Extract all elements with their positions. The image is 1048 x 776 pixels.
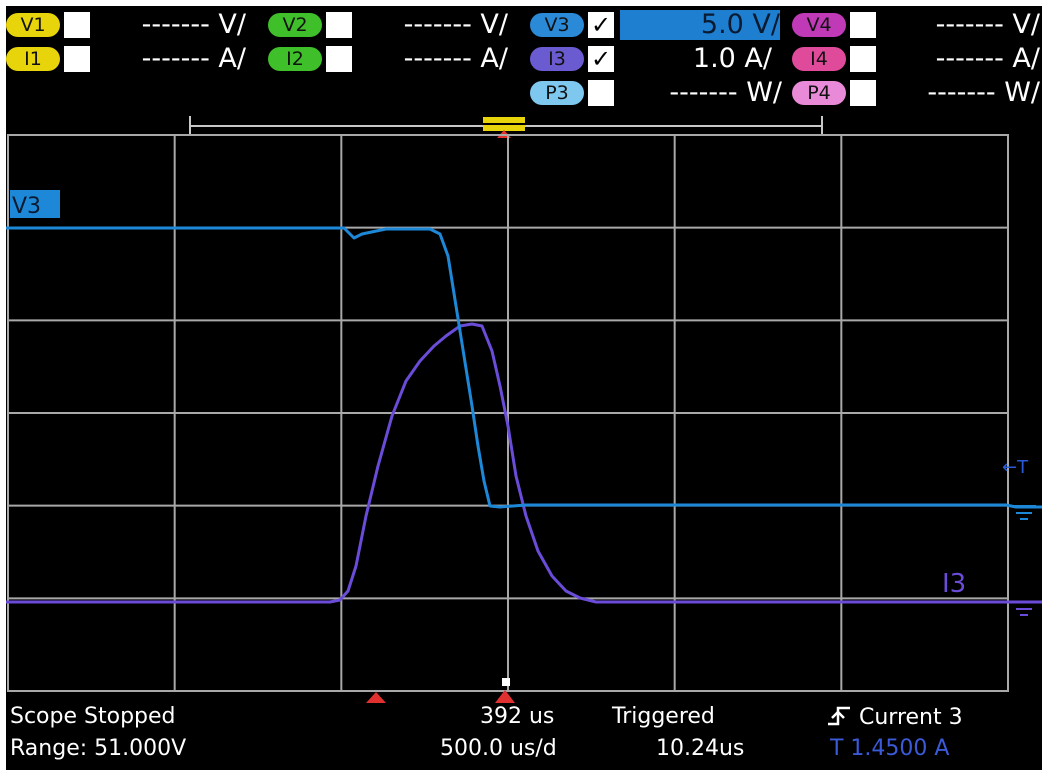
trigger-level-readout: T 1.4500 A [830,736,950,761]
v3-trace-label[interactable]: V3 [10,190,60,219]
i3-trace [6,322,1042,604]
waveform-display[interactable]: V3 I3 ←T [6,6,1042,706]
trigger-source-label: Current 3 [859,705,963,730]
scope-screen: V1 ------- V/ V2 ------- V/ V3 ✓ 5.0 V/ … [6,6,1042,770]
timebase-readout: 500.0 us/d [440,736,557,761]
voltage-range: Range: 51.000V [10,736,187,761]
trigger-time: 10.24us [656,736,745,761]
i3-ground-marker [1010,601,1036,616]
v3-trace [6,226,1042,509]
delay-marker[interactable] [366,692,386,703]
svg-text:V3: V3 [12,194,41,219]
graticule [7,134,1009,692]
rising-edge-icon [828,706,850,726]
trigger-state: Triggered [612,704,715,729]
svg-text:←T: ←T [1002,457,1029,478]
delay-readout: 392 us [480,704,555,729]
trigger-source: Current 3 [826,704,963,731]
i3-trace-label: I3 [942,569,966,599]
trigger-level-marker[interactable]: ←T [1002,457,1029,478]
scope-state: Scope Stopped [10,704,176,729]
